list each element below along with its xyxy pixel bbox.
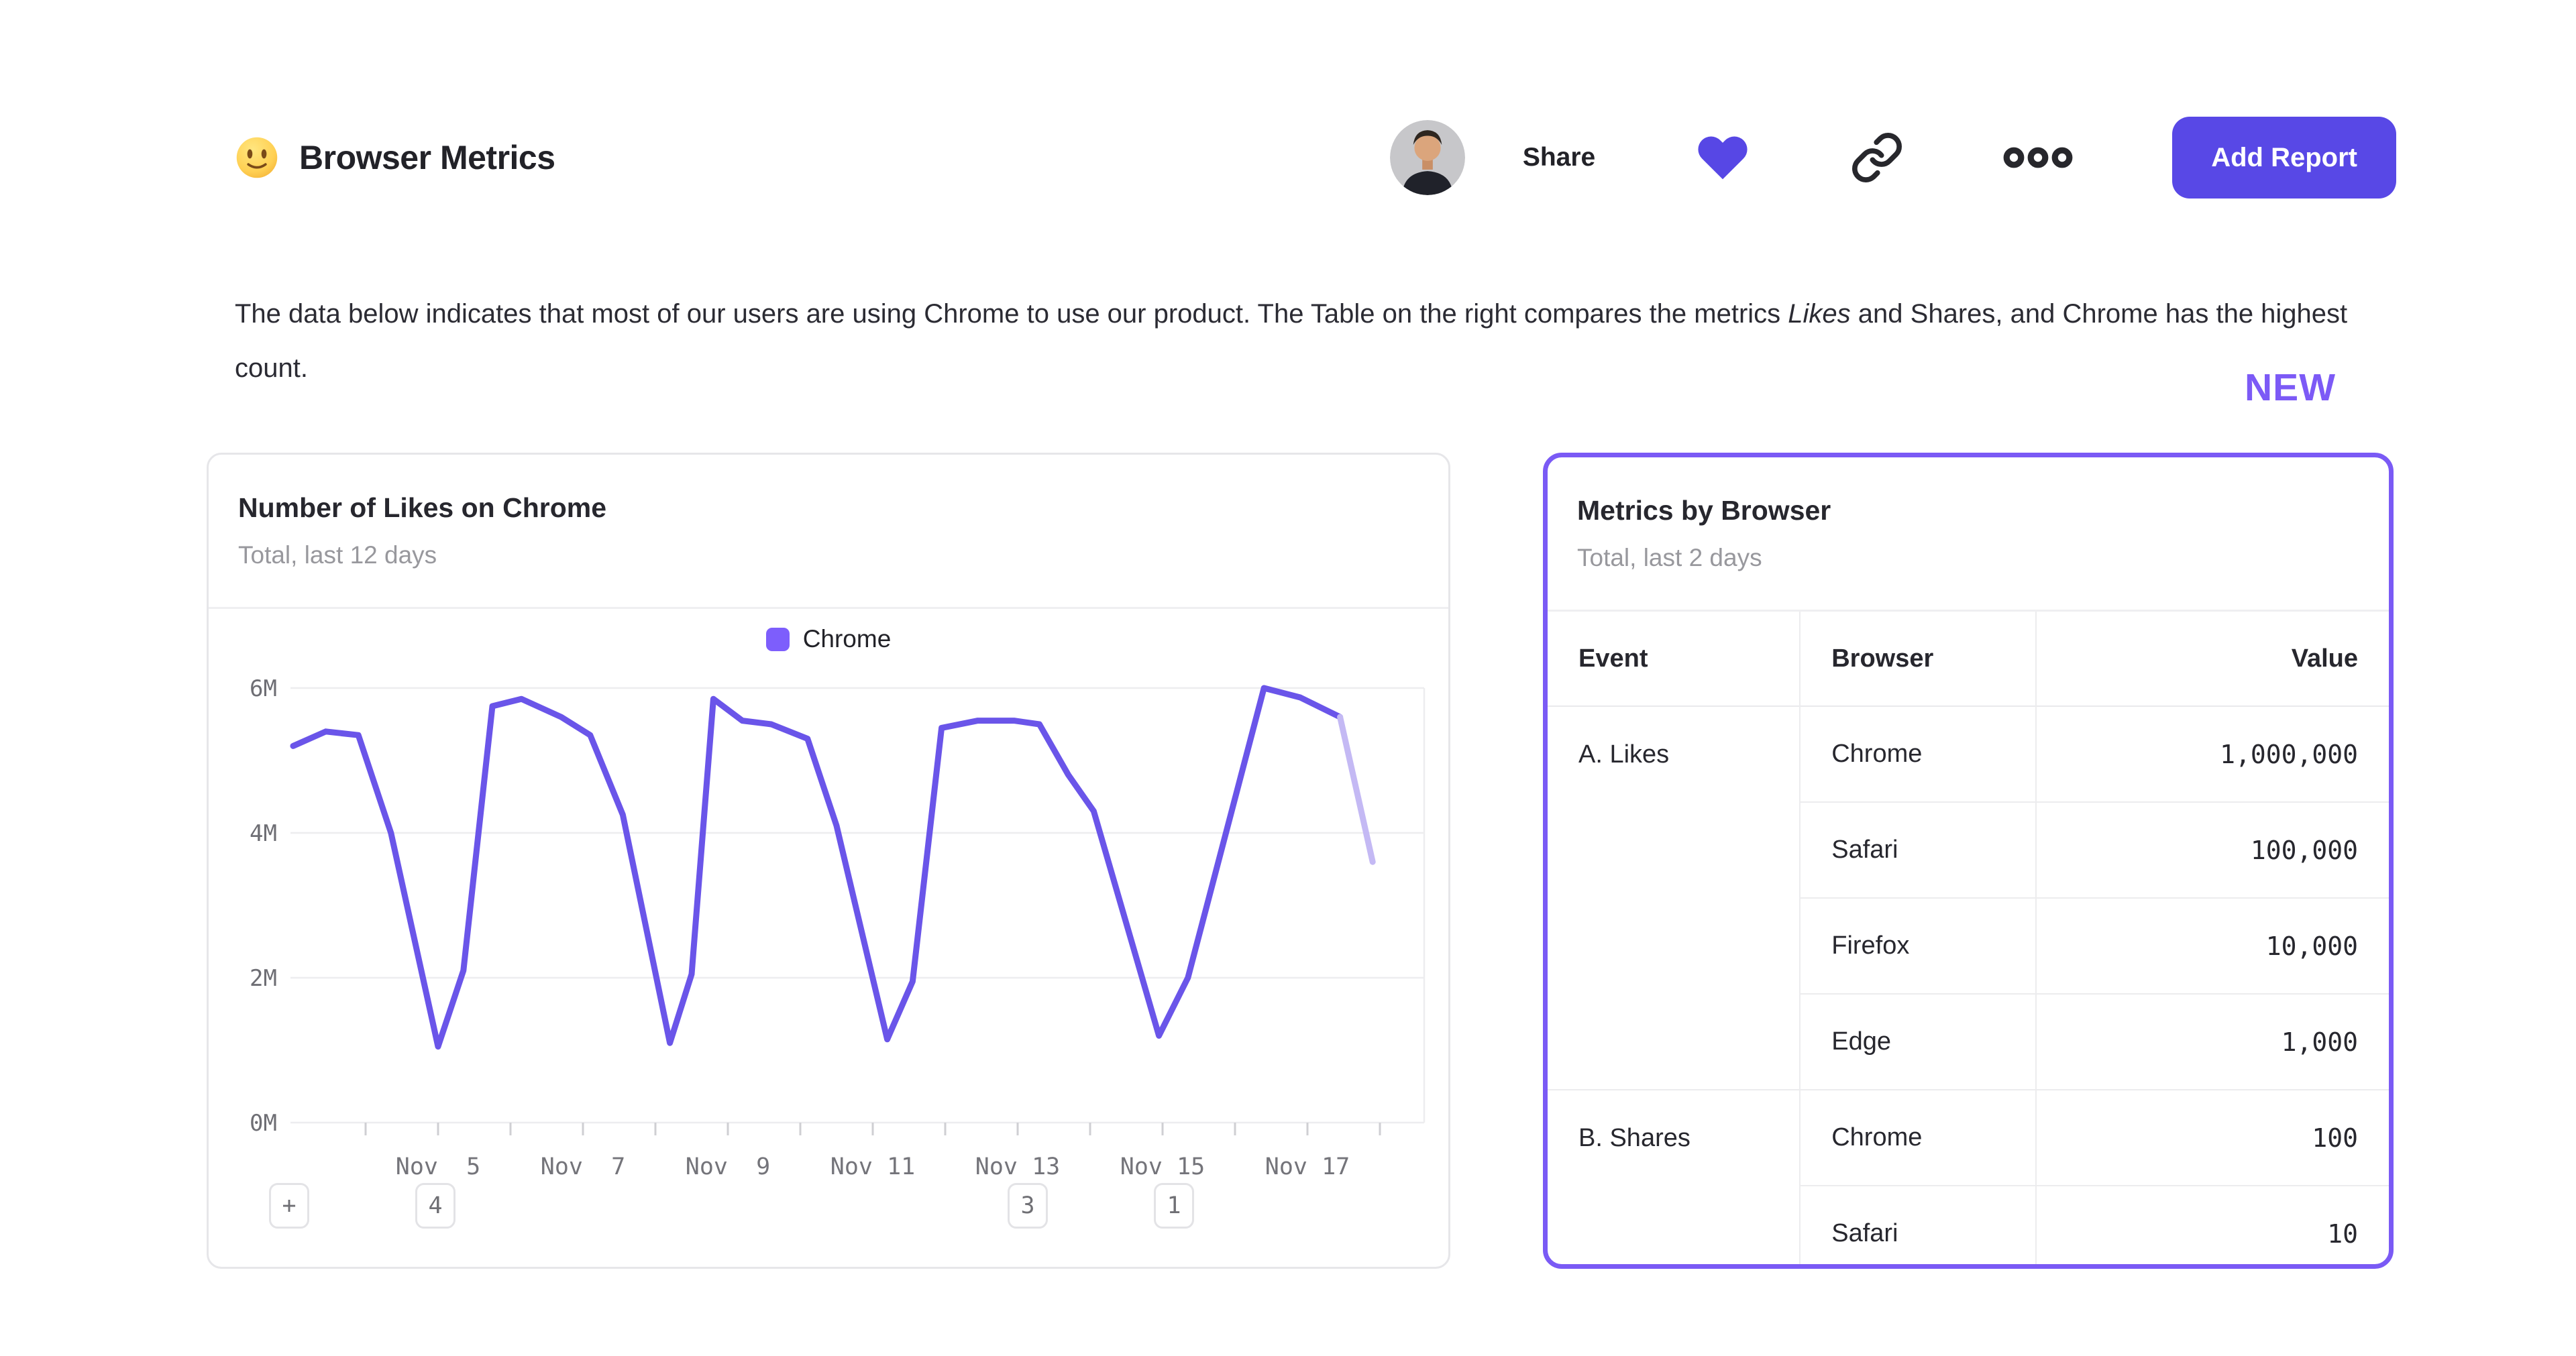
- new-badge: NEW: [2245, 365, 2336, 410]
- browser-cell: Safari: [1800, 802, 2036, 898]
- description-text: The data below indicates that most of ou…: [235, 287, 2402, 396]
- value-cell: 100,000: [2036, 802, 2389, 898]
- chart-card-title: Number of Likes on Chrome: [238, 492, 1419, 524]
- column-header-event: Event: [1548, 612, 1800, 706]
- x-axis-label: Nov 5: [396, 1153, 480, 1180]
- likes-chart-svg: 6M 4M 2M 0M Nov 5 Nov 7 Nov 9 Nov 11 Nov 13 Nov 1…: [209, 673, 1448, 1188]
- chrome-likes-line: [293, 688, 1340, 1047]
- chart-card-subtitle: Total, last 12 days: [238, 541, 1419, 569]
- page: Browser Metrics Share: [0, 0, 2576, 1356]
- annotation-count-badge[interactable]: 1: [1154, 1183, 1194, 1229]
- column-header-value: Value: [2036, 612, 2389, 706]
- table-card-title: Metrics by Browser: [1577, 495, 2359, 526]
- table-header-row: Event Browser Value: [1548, 612, 2389, 706]
- chart-area: Chrome 6M 4M 2M 0M Nov 5 Nov 7 Nov 9 Nov 11 Nov …: [209, 609, 1448, 1265]
- legend-swatch-chrome: [766, 628, 790, 651]
- browser-cell: Chrome: [1800, 1090, 2036, 1186]
- y-axis-label: 0M: [250, 1110, 277, 1137]
- browser-cell: Safari: [1800, 1186, 2036, 1269]
- x-axis-label: Nov 15: [1120, 1153, 1205, 1180]
- likes-chart-card: Number of Likes on Chrome Total, last 12…: [207, 453, 1450, 1269]
- annotation-count-badge[interactable]: 3: [1008, 1183, 1048, 1229]
- smiley-emoji-icon: [235, 135, 279, 180]
- x-axis-label: Nov 17: [1265, 1153, 1350, 1180]
- x-axis-label: Nov 13: [975, 1153, 1060, 1180]
- add-annotation-badge[interactable]: +: [269, 1183, 309, 1229]
- cards-row: Number of Likes on Chrome Total, last 12…: [207, 453, 2394, 1269]
- add-report-button[interactable]: Add Report: [2172, 117, 2396, 199]
- legend-label-chrome: Chrome: [803, 625, 892, 653]
- value-cell: 100: [2036, 1090, 2389, 1186]
- topbar: Browser Metrics Share: [235, 101, 2396, 215]
- browser-cell: Edge: [1800, 994, 2036, 1090]
- page-title-wrap: Browser Metrics: [235, 135, 555, 180]
- value-cell: 10,000: [2036, 898, 2389, 994]
- topbar-actions: Share Add Report: [1390, 117, 2396, 199]
- y-axis-label: 6M: [250, 675, 277, 702]
- chart-card-header: Number of Likes on Chrome Total, last 12…: [209, 455, 1448, 609]
- annotation-count-badge[interactable]: 4: [415, 1183, 455, 1229]
- value-cell: 1,000: [2036, 994, 2389, 1090]
- y-axis-label: 4M: [250, 820, 277, 847]
- favorite-heart-icon[interactable]: [1695, 129, 1751, 186]
- table-card-subtitle: Total, last 2 days: [1577, 544, 2359, 572]
- metrics-table-card: Metrics by Browser Total, last 2 days Ev…: [1543, 453, 2394, 1269]
- copy-link-icon[interactable]: [1850, 131, 1904, 184]
- avatar-photo: [1390, 120, 1465, 195]
- share-button[interactable]: Share: [1523, 143, 1595, 172]
- more-options-icon[interactable]: [2003, 143, 2073, 172]
- browser-cell: Chrome: [1800, 706, 2036, 802]
- avatar[interactable]: [1390, 120, 1465, 195]
- x-axis-label: Nov 11: [830, 1153, 915, 1180]
- chart-legend[interactable]: Chrome: [209, 625, 1448, 653]
- chrome-likes-line-faded: [1340, 717, 1373, 862]
- description-part1: The data below indicates that most of ou…: [235, 299, 1788, 329]
- event-cell-likes: A. Likes: [1548, 706, 1800, 1090]
- browser-cell: Firefox: [1800, 898, 2036, 994]
- x-axis-label: Nov 7: [541, 1153, 625, 1180]
- y-axis-label: 2M: [250, 965, 277, 992]
- description-italic-likes: Likes: [1788, 299, 1850, 329]
- chart-annotations-row: +4 3 1: [209, 1183, 1448, 1230]
- table-card-header: Metrics by Browser Total, last 2 days: [1548, 457, 2389, 612]
- x-axis-label: Nov 9: [686, 1153, 770, 1180]
- event-cell-shares: B. Shares: [1548, 1090, 1800, 1269]
- metrics-table: Event Browser Value A. Likes Chrome 1,00…: [1548, 612, 2389, 1269]
- column-header-browser: Browser: [1800, 612, 2036, 706]
- value-cell: 10: [2036, 1186, 2389, 1269]
- table-row[interactable]: B. Shares Chrome 100: [1548, 1090, 2389, 1186]
- table-row[interactable]: A. Likes Chrome 1,000,000: [1548, 706, 2389, 802]
- value-cell: 1,000,000: [2036, 706, 2389, 802]
- page-title: Browser Metrics: [299, 138, 555, 177]
